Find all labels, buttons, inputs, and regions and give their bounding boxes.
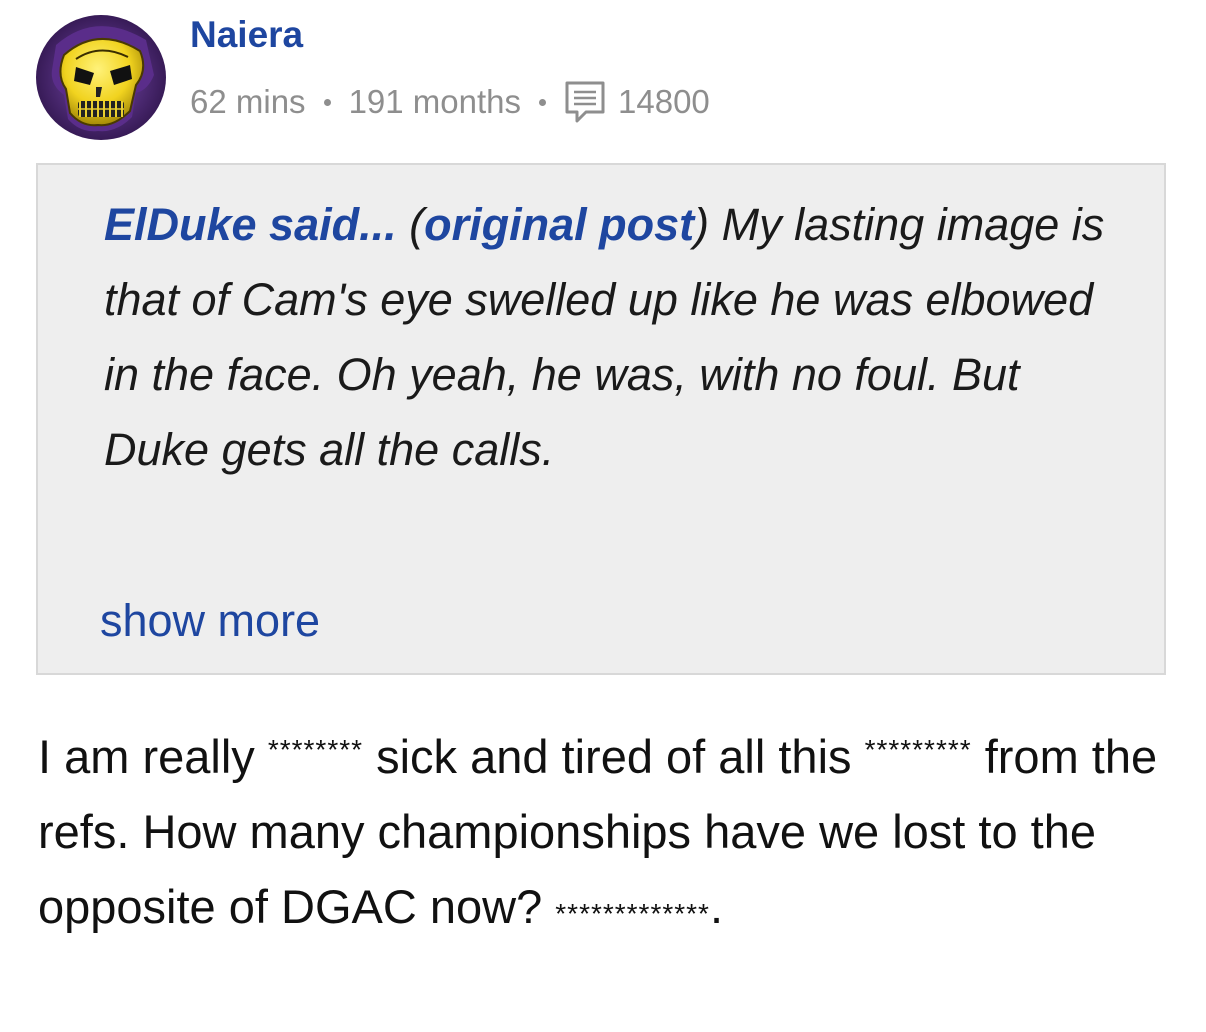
- body-part-1: I am really: [38, 730, 268, 783]
- separator-dot: [539, 98, 547, 106]
- quote-text: ElDuke said... (original post) My lastin…: [104, 187, 1114, 487]
- post-count: 14800: [618, 83, 710, 120]
- body-part-4: .: [709, 880, 723, 933]
- post-time: 62 mins: [190, 83, 306, 120]
- censored-word: *********: [864, 734, 972, 765]
- post-body: I am really ******** sick and tired of a…: [38, 712, 1188, 951]
- censored-word: *************: [555, 898, 710, 929]
- body-part-2: sick and tired of all this: [363, 730, 865, 783]
- close-paren: ): [694, 199, 710, 250]
- censored-word: ********: [267, 734, 364, 765]
- quote-author-link[interactable]: ElDuke said...: [104, 199, 397, 250]
- original-post-link[interactable]: original post: [424, 199, 694, 250]
- quoted-post: ElDuke said... (original post) My lastin…: [36, 163, 1166, 675]
- member-duration: 191 months: [348, 83, 522, 120]
- post-meta: 62 mins 191 months 14800: [190, 80, 710, 124]
- open-paren: (: [409, 199, 425, 250]
- separator-dot: [323, 98, 331, 106]
- user-avatar[interactable]: [36, 15, 166, 140]
- username-link[interactable]: Naiera: [190, 14, 303, 56]
- skeletor-avatar-image: [36, 15, 166, 140]
- document-icon: [564, 80, 606, 124]
- show-more-link[interactable]: show more: [100, 595, 320, 647]
